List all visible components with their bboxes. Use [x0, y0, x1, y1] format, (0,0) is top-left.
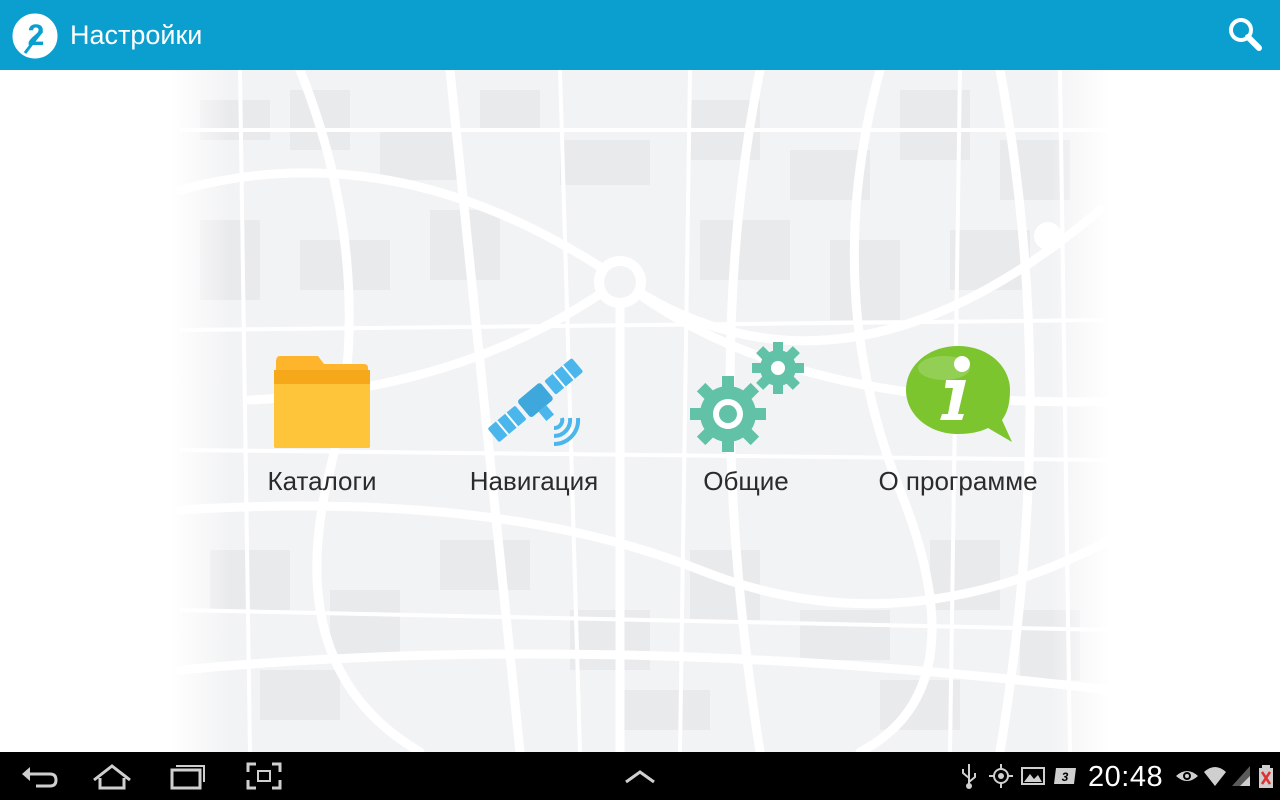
back-icon[interactable]: [16, 760, 64, 792]
action-bar: 2 Настройки: [0, 0, 1280, 70]
settings-content: Каталоги Навигация Общие О программе: [0, 70, 1280, 752]
app-logo[interactable]: 2: [12, 13, 58, 59]
menu-item-about[interactable]: О программе: [858, 340, 1058, 500]
recent-apps-icon[interactable]: [162, 760, 210, 792]
app-logo-text: 2: [28, 19, 45, 52]
menu-item-general[interactable]: Общие: [646, 340, 846, 500]
gallery-icon: [1021, 767, 1045, 785]
battery-icon: [1259, 765, 1273, 788]
usb-icon: [962, 764, 976, 789]
info-bubble-icon: [906, 346, 1012, 442]
clock: 20:48: [1088, 761, 1164, 793]
menu-item-label: Общие: [703, 466, 789, 496]
satellite-icon: [488, 358, 583, 447]
svg-text:3: 3: [1062, 770, 1069, 784]
home-icon[interactable]: [88, 760, 136, 792]
menu-item-catalogs[interactable]: Каталоги: [222, 340, 422, 500]
folder-icon: [274, 356, 370, 448]
menu-item-label: Каталоги: [267, 466, 377, 496]
menu-item-label: Навигация: [469, 466, 599, 496]
screenshot-icon[interactable]: [240, 760, 288, 792]
menu-up-icon[interactable]: [616, 760, 664, 792]
menu-item-navigation[interactable]: Навигация: [434, 340, 634, 500]
3g-icon: 3: [1054, 768, 1076, 784]
gps-icon: [989, 764, 1013, 788]
page-title: Настройки: [70, 20, 203, 50]
settings-menu: Каталоги Навигация Общие О программе: [0, 70, 1280, 752]
search-icon[interactable]: [1224, 13, 1268, 57]
signal-icon: [1232, 766, 1250, 786]
gears-icon: [690, 342, 804, 452]
wifi-icon: [1204, 767, 1226, 786]
system-bar: 3 20:48: [0, 752, 1280, 800]
eye-icon: [1176, 771, 1198, 781]
menu-item-label: О программе: [878, 466, 1038, 496]
